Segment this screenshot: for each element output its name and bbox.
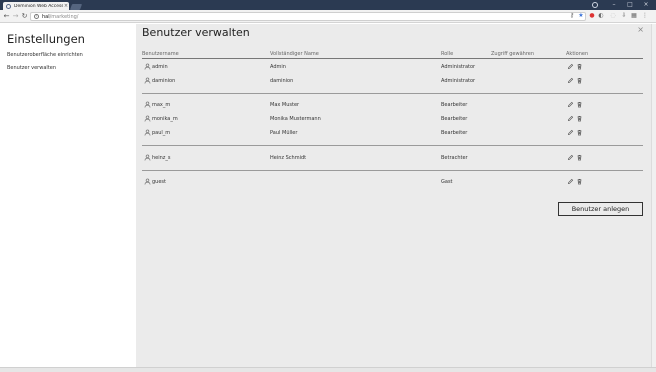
sidebar-title: Einstellungen [7, 32, 85, 46]
trash-icon[interactable] [576, 154, 583, 161]
cell-username: guest [152, 179, 166, 185]
cell-username: daminion [152, 78, 176, 84]
tab-close-icon[interactable]: × [63, 3, 69, 9]
extension-icon-2[interactable]: ◌ [610, 13, 616, 19]
trash-icon[interactable] [576, 178, 583, 185]
trash-icon[interactable] [576, 129, 583, 136]
cell-role: Bearbeiter [441, 116, 468, 122]
table-row: admin Admin Administrator [142, 62, 643, 72]
cell-full-name: Paul Müller [270, 130, 298, 136]
minimize-button[interactable]: – [606, 0, 622, 10]
back-arrow-icon[interactable]: ← [3, 13, 10, 20]
pencil-icon[interactable] [567, 115, 574, 122]
table-header: Benutzername Vollständiger Name Rolle Zu… [142, 51, 643, 59]
col-username: Benutzername [142, 51, 179, 57]
address-bar[interactable]: i hal /marketing/ [30, 12, 586, 21]
maximize-button[interactable]: □ [622, 0, 638, 10]
user-icon [144, 178, 151, 185]
cell-full-name: Admin [270, 64, 286, 70]
cell-username: admin [152, 64, 168, 70]
cell-role: Bearbeiter [441, 130, 468, 136]
cell-username: heinz_s [152, 155, 171, 161]
group-separator [142, 170, 643, 171]
cell-full-name: Max Muster [270, 102, 300, 108]
user-icon [144, 77, 151, 84]
menu-icon[interactable]: ⋮ [642, 13, 648, 19]
user-icon [144, 129, 151, 136]
cell-username: max_m [152, 102, 171, 108]
extension-icon[interactable]: ◐ [598, 13, 604, 19]
browser-tab[interactable]: Deminion Web Access × [3, 2, 69, 10]
window-bottom-edge [0, 367, 656, 372]
bookmark-star-icon[interactable]: ★ [578, 13, 584, 19]
browser-toolbar: ← → ↻ i hal /marketing/ ⚷ ★ ● ◐ ◌ ⇩ ▦ ⋮ [0, 10, 656, 23]
profile-icon[interactable] [592, 2, 598, 8]
col-grant-access: Zugriff gewähren [491, 51, 535, 57]
cell-role: Administrator [441, 78, 476, 84]
col-role: Rolle [441, 51, 454, 57]
pencil-icon[interactable] [567, 101, 574, 108]
sidebar-item-manage-users[interactable]: Benutzer verwalten [7, 65, 56, 71]
trash-icon[interactable] [576, 101, 583, 108]
sidebar: Einstellungen Benutzeroberfläche einrich… [0, 24, 135, 367]
url-path: /marketing/ [49, 13, 79, 20]
cell-full-name: Heinz Schmidt [270, 155, 307, 161]
info-icon[interactable]: i [34, 14, 39, 19]
cell-username: paul_m [152, 130, 171, 136]
download-icon[interactable]: ⇩ [621, 13, 627, 19]
sidebar-item-ui-settings[interactable]: Benutzeroberfläche einrichten [7, 52, 83, 58]
cell-full-name: daminion [270, 78, 294, 84]
trash-icon[interactable] [576, 77, 583, 84]
user-icon [144, 154, 151, 161]
pencil-icon[interactable] [567, 178, 574, 185]
user-icon [144, 101, 151, 108]
table-row: max_m Max Muster Bearbeiter [142, 100, 643, 110]
page-title: Benutzer verwalten [142, 26, 250, 39]
app-root: Einstellungen Benutzeroberfläche einrich… [0, 24, 651, 367]
tab-title: Deminion Web Access [14, 3, 63, 9]
group-separator [142, 145, 643, 146]
key-icon[interactable]: ⚷ [569, 13, 575, 19]
favicon-icon [6, 3, 11, 9]
extensions-menu-icon[interactable]: ▦ [631, 13, 637, 19]
cell-role: Administrator [441, 64, 476, 70]
col-full-name: Vollständiger Name [270, 51, 319, 57]
reload-icon[interactable]: ↻ [21, 13, 28, 20]
window-close-button[interactable]: × [638, 0, 654, 10]
cell-role: Betrachter [441, 155, 468, 161]
pencil-icon[interactable] [567, 129, 574, 136]
trash-icon[interactable] [576, 63, 583, 70]
main-panel: Benutzer verwalten × Benutzername Vollst… [136, 24, 651, 367]
trash-icon[interactable] [576, 115, 583, 122]
adblock-icon[interactable]: ● [589, 13, 595, 19]
cell-role: Bearbeiter [441, 102, 468, 108]
browser-titlebar: Deminion Web Access × – □ × [0, 0, 656, 10]
add-user-button[interactable]: Benutzer anlegen [558, 202, 643, 216]
table-row: heinz_s Heinz Schmidt Betrachter [142, 153, 643, 163]
pencil-icon[interactable] [567, 77, 574, 84]
pencil-icon[interactable] [567, 63, 574, 70]
col-actions: Aktionen [566, 51, 589, 57]
user-icon [144, 115, 151, 122]
window-controls: – □ × [606, 0, 654, 10]
table-row: guest Gast [142, 177, 643, 187]
forward-arrow-icon[interactable]: → [12, 13, 19, 20]
page-scrollbar[interactable] [651, 24, 656, 367]
pencil-icon[interactable] [567, 154, 574, 161]
url-host: hal [42, 13, 50, 20]
table-row: paul_m Paul Müller Bearbeiter [142, 128, 643, 138]
user-icon [144, 63, 151, 70]
close-icon[interactable]: × [637, 25, 644, 34]
cell-full-name: Monika Mustermann [270, 116, 321, 122]
table-row: monika_m Monika Mustermann Bearbeiter [142, 114, 643, 124]
group-separator [142, 93, 643, 94]
table-row: daminion daminion Administrator [142, 76, 643, 86]
cell-username: monika_m [152, 116, 178, 122]
cell-role: Gast [441, 179, 453, 185]
